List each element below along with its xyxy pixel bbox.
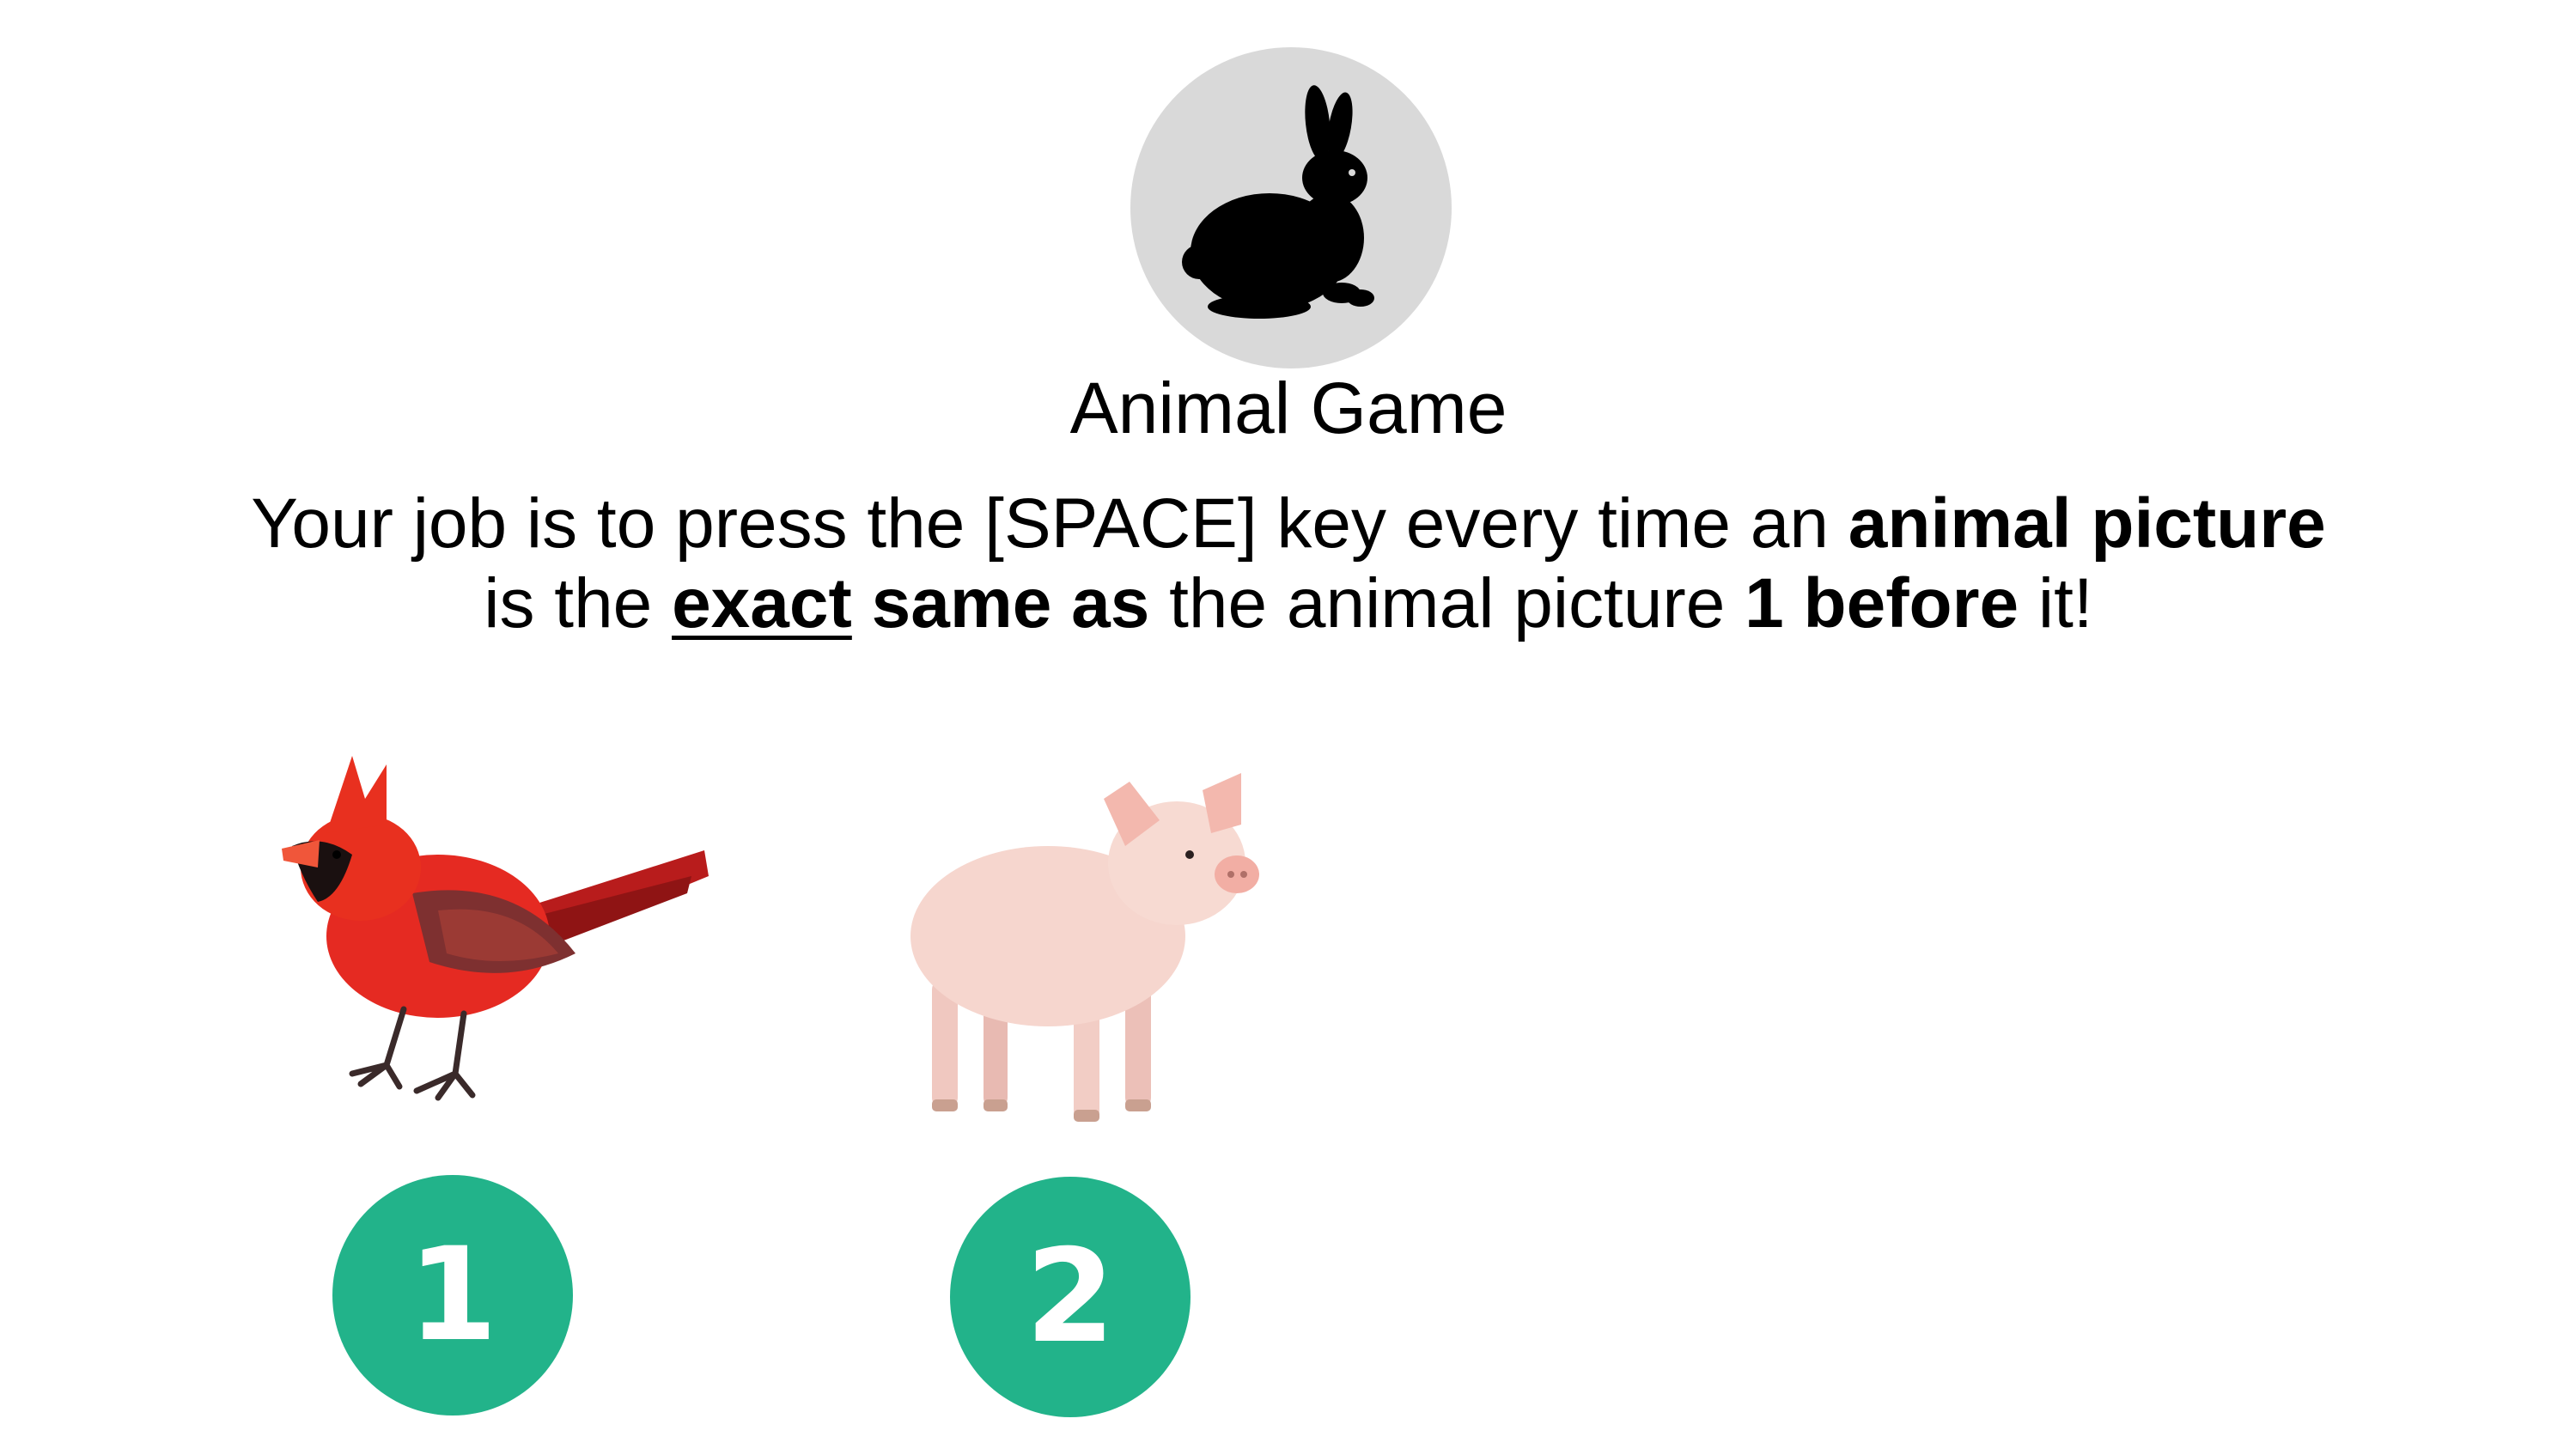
instructions-line-2: is the exact same as the animal picture … — [198, 563, 2379, 643]
instructions-space — [852, 564, 872, 642]
example-number-2-badge: 2 — [950, 1177, 1191, 1417]
game-title: Animal Game — [1069, 368, 1507, 448]
pig-icon — [910, 773, 1259, 1122]
instructions-text-segment: the animal picture — [1149, 564, 1745, 642]
instructions-text-segment: Your job is to press the [SPACE] key eve… — [251, 484, 1848, 563]
instructions-text: Your job is to press the [SPACE] key eve… — [198, 484, 2379, 643]
pig-image — [902, 773, 1263, 1134]
instructions-text-segment: is the — [484, 564, 673, 642]
animal-game-screen: Animal Game Your job is to press the [SP… — [0, 0, 2576, 1449]
instructions-underlined-segment: exact — [672, 564, 852, 642]
instructions-text-segment: it! — [2019, 564, 2093, 642]
logo-badge — [1130, 47, 1452, 368]
cardinal-bird-image — [258, 747, 713, 1108]
cardinal-bird-icon — [282, 756, 709, 1101]
rabbit-silhouette-icon — [1182, 85, 1374, 319]
instructions-bold-segment: animal picture — [1848, 484, 2326, 563]
instructions-line-1: Your job is to press the [SPACE] key eve… — [198, 484, 2379, 563]
example-number-1-badge: 1 — [332, 1175, 573, 1416]
instructions-bold-segment: same as — [871, 564, 1150, 642]
instructions-bold-segment: 1 before — [1745, 564, 2019, 642]
